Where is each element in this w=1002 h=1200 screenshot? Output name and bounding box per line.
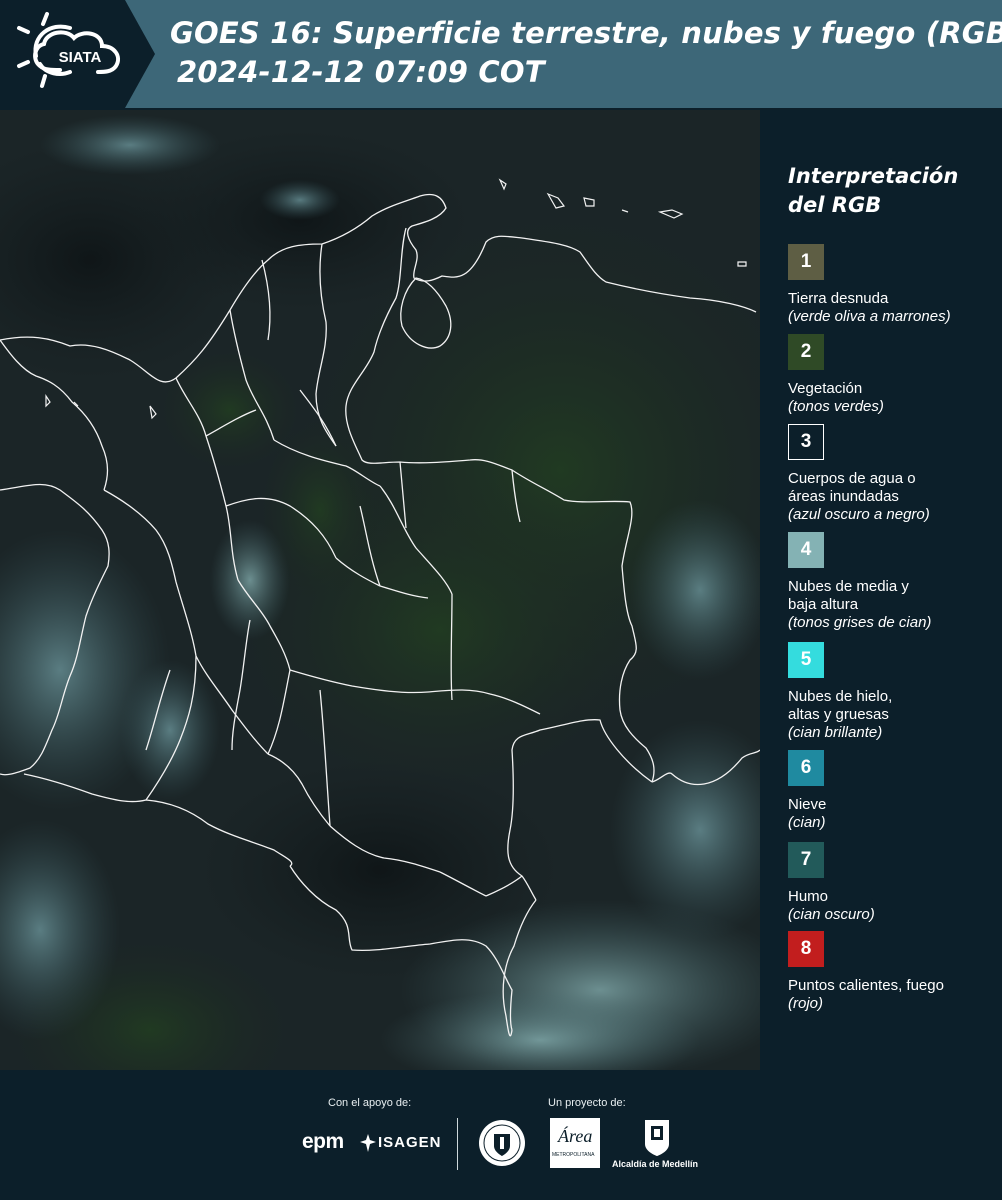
area-metropolitana-logo: Área METROPOLITANA (550, 1118, 600, 1168)
alcaldia-label: Alcaldía de Medellín (612, 1159, 699, 1169)
legend-sub: (azul oscuro a negro) (788, 506, 930, 523)
footer: Con el apoyo de: Un proyecto de: epm ISA… (0, 1070, 1002, 1200)
legend-item-smoke: 7 Humo (cian oscuro) (788, 842, 998, 924)
siata-logo-text: SIATA (59, 49, 102, 66)
alcaldia-shield-icon (643, 1118, 671, 1163)
legend-item-fire: 8 Puntos calientes, fuego (rojo) (788, 931, 998, 1013)
area-logo-text: Área (558, 1126, 593, 1146)
legend-sub: (tonos grises de cian) (788, 614, 932, 631)
legend-label: Cuerpos de agua o áreas inundadas (788, 470, 916, 505)
project-label: Un proyecto de: (548, 1097, 626, 1109)
isagen-logo: ISAGEN (378, 1134, 442, 1151)
legend-label: Nieve (788, 796, 827, 813)
timestamp: 2024-12-12 07:09 COT (177, 55, 545, 89)
siata-logo: SIATA (0, 0, 160, 108)
epm-logo: epm (302, 1130, 344, 1153)
header-bar: SIATA GOES 16: Superficie terrestre, nub… (0, 0, 1002, 108)
legend-swatch: 6 (788, 750, 824, 786)
legend-item-low-clouds: 4 Nubes de media y baja altura (tonos gr… (788, 532, 998, 632)
university-seal (477, 1118, 527, 1173)
legend-sub: (cian oscuro) (788, 906, 875, 923)
legend-swatch: 1 (788, 244, 824, 280)
legend-sub: (verde oliva a marrones) (788, 308, 951, 325)
legend-swatch: 3 (788, 424, 824, 460)
legend-item-vegetation: 2 Vegetación (tonos verdes) (788, 334, 998, 416)
legend-label: Puntos calientes, fuego (788, 977, 944, 994)
legend-item-bare-soil: 1 Tierra desnuda (verde oliva a marrones… (788, 244, 998, 326)
page-title: GOES 16: Superficie terrestre, nubes y f… (170, 16, 1002, 50)
isagen-icon (360, 1134, 376, 1157)
legend-sub: (tonos verdes) (788, 398, 884, 415)
legend-sub: (cian) (788, 814, 826, 831)
legend-item-snow: 6 Nieve (cian) (788, 750, 998, 832)
legend-panel: Interpretación del RGB 1 Tierra desnuda … (760, 110, 1002, 1070)
legend-swatch: 4 (788, 532, 824, 568)
legend-swatch: 7 (788, 842, 824, 878)
legend-sub: (cian brillante) (788, 724, 883, 741)
legend-swatch: 2 (788, 334, 824, 370)
legend-item-water: 3 Cuerpos de agua o áreas inundadas (azu… (788, 424, 998, 524)
legend-label: Nubes de hielo, altas y gruesas (788, 688, 893, 723)
legend-label: Humo (788, 888, 829, 905)
legend-swatch: 8 (788, 931, 824, 967)
footer-divider (457, 1118, 458, 1170)
legend-swatch: 5 (788, 642, 824, 678)
legend-title: Interpretación del RGB (788, 164, 959, 217)
legend-label: Vegetación (788, 380, 863, 397)
support-label: Con el apoyo de: (328, 1097, 412, 1109)
legend-label: Tierra desnuda (788, 290, 889, 307)
legend-sub: (rojo) (788, 995, 824, 1012)
legend-label: Nubes de media y baja altura (788, 578, 909, 613)
area-logo-sub: METROPOLITANA (552, 1152, 595, 1158)
satellite-map (0, 110, 760, 1070)
legend-item-ice-clouds: 5 Nubes de hielo, altas y gruesas (cian … (788, 642, 998, 742)
